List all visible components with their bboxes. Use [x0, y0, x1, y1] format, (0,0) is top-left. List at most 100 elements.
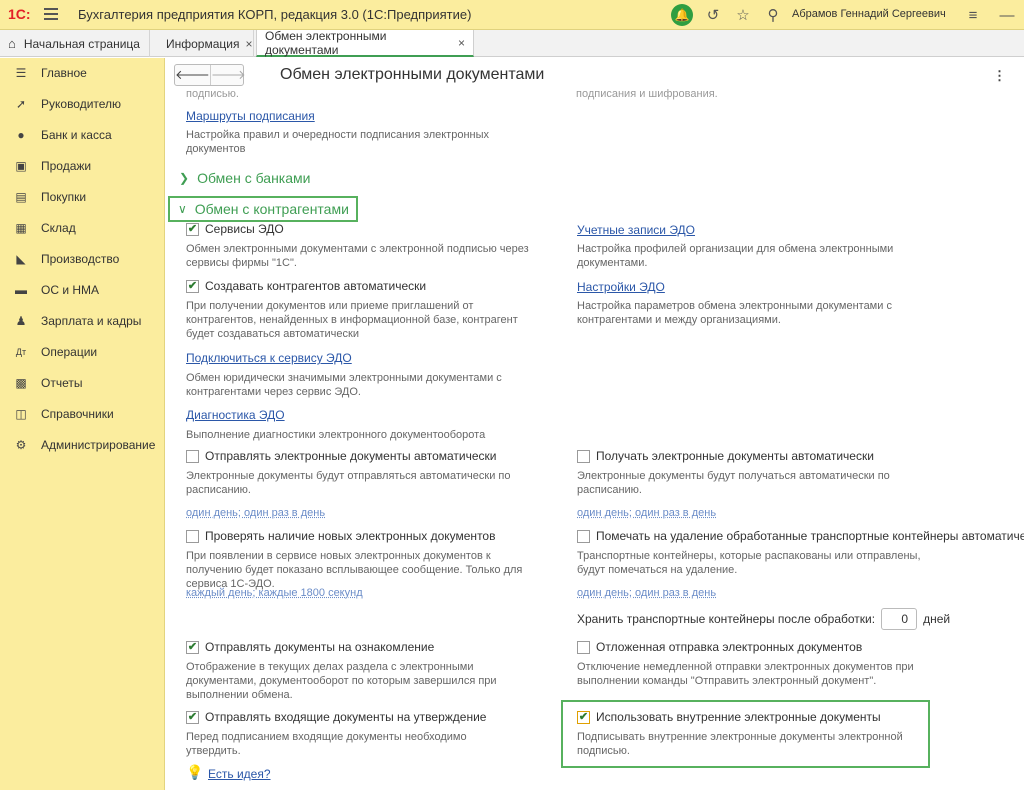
sidebar-item-assets[interactable]: ▬ ОС и НМА: [0, 275, 165, 305]
tab-information[interactable]: Информация ×: [158, 30, 254, 57]
send-auto-checkbox-row[interactable]: Отправлять электронные документы автомат…: [186, 449, 497, 463]
check-new-desc: При появлении в сервисе новых электронны…: [186, 550, 523, 590]
edo-accounts-link[interactable]: Учетные записи ЭДО: [577, 223, 695, 237]
use-internal-checkbox[interactable]: [577, 710, 590, 724]
sidebar-item-production[interactable]: ◣ Производство: [0, 244, 165, 274]
send-review-checkbox-row[interactable]: Отправлять документы на ознакомление: [186, 640, 434, 654]
sidebar-item-warehouse[interactable]: ▦ Склад: [0, 213, 165, 243]
sidebar: ☰ Главное ➚ Руководителю ● Банк и касса ▣ Пр…: [0, 58, 165, 790]
forward-button[interactable]: 🡒: [211, 65, 246, 85]
sidebar-item-operations[interactable]: Дт Операции: [0, 337, 165, 367]
connect-service-desc: Обмен юридически значимыми электронными …: [186, 372, 502, 398]
chevron-right-icon: ❯: [179, 171, 190, 185]
receive-auto-checkbox-row[interactable]: Получать электронные документы автоматич…: [577, 449, 874, 463]
app-title: Бухгалтерия предприятия КОРП, редакция 3…: [78, 7, 472, 22]
banks-group-header[interactable]: ❯ Обмен с банками: [179, 170, 310, 186]
sidebar-item-reports[interactable]: ▩ Отчеты: [0, 368, 165, 398]
sidebar-item-bank[interactable]: ● Банк и касса: [0, 120, 165, 150]
close-icon[interactable]: ×: [245, 37, 252, 51]
check-new-checkbox-row[interactable]: Проверять наличие новых электронных доку…: [186, 529, 495, 543]
mark-delete-checkbox-row[interactable]: Помечать на удаление обработанные трансп…: [577, 529, 1024, 543]
scrolled-text-left: подписью.: [186, 88, 239, 100]
minimize-icon[interactable]: —: [996, 4, 1018, 26]
edo-settings-link[interactable]: Настройки ЭДО: [577, 280, 665, 294]
connect-service-link[interactable]: Подключиться к сервису ЭДО: [186, 351, 352, 365]
menu-icon[interactable]: [44, 8, 58, 20]
user-name[interactable]: Абрамов Геннадий Сергеевич: [792, 8, 946, 20]
scrolled-text-right: подписания и шифрования.: [576, 88, 718, 100]
more-actions-icon[interactable]: ⋮: [993, 68, 1006, 84]
keep-containers-row: Хранить транспортные контейнеры после об…: [577, 608, 950, 630]
book-icon: ◫: [15, 407, 27, 421]
1c-logo[interactable]: 1С:: [8, 6, 31, 22]
send-auto-schedule-link[interactable]: один день; один раз в день: [186, 507, 325, 519]
factory-icon: ◣: [16, 252, 26, 266]
tab-label: Обмен электронными документами: [265, 28, 387, 57]
back-button[interactable]: 🡐: [175, 65, 211, 85]
edo-services-desc: Обмен электронными документами с электро…: [186, 243, 529, 269]
main-panel: 🡐 🡒 Обмен электронными документами ⋮ под…: [166, 58, 1024, 790]
routes-desc: Настройка правил и очередности подписани…: [186, 129, 490, 155]
lightbulb-icon: 💡: [186, 764, 204, 780]
send-review-desc: Отображение в текущих делах раздела с эл…: [186, 661, 497, 701]
gear-icon: ⚙: [15, 438, 27, 452]
tab-label: Информация: [166, 36, 240, 51]
send-auto-desc: Электронные документы будут отправляться…: [186, 470, 511, 496]
diagnostics-link[interactable]: Диагностика ЭДО: [186, 408, 285, 422]
send-incoming-approval-checkbox[interactable]: [186, 710, 199, 724]
edo-services-checkbox[interactable]: [186, 222, 199, 236]
idea-link[interactable]: Есть идея?: [208, 767, 271, 781]
search-icon[interactable]: ⚲: [762, 4, 784, 26]
edo-services-checkbox-row[interactable]: Сервисы ЭДО: [186, 222, 284, 236]
receive-auto-schedule-link[interactable]: один день; один раз в день: [577, 507, 716, 519]
tab-home[interactable]: ⌂ Начальная страница: [0, 30, 150, 57]
close-icon[interactable]: ×: [458, 36, 465, 50]
create-contractors-checkbox[interactable]: [186, 279, 199, 293]
chevron-down-icon: ∨: [178, 202, 187, 216]
use-internal-desc: Подписывать внутренние электронные докум…: [577, 731, 903, 757]
truck-icon: ▬: [15, 283, 27, 297]
send-auto-checkbox[interactable]: [186, 449, 199, 463]
create-contractors-desc: При получении документов или приеме приг…: [186, 300, 518, 340]
mark-delete-checkbox[interactable]: [577, 529, 590, 543]
sidebar-item-admin[interactable]: ⚙ Администрирование: [0, 430, 165, 460]
sidebar-item-director[interactable]: ➚ Руководителю: [0, 89, 165, 119]
check-new-checkbox[interactable]: [186, 529, 199, 543]
check-new-schedule-link[interactable]: каждый день; каждые 1800 секунд: [186, 587, 363, 599]
receive-auto-desc: Электронные документы будут получаться а…: [577, 470, 890, 496]
create-contractors-checkbox-row[interactable]: Создавать контрагентов автоматически: [186, 279, 426, 293]
keep-containers-days-input[interactable]: 0: [881, 608, 918, 630]
home-icon: ⌂: [8, 36, 16, 51]
tab-edo-exchange[interactable]: Обмен электронными документами ×: [256, 28, 474, 57]
send-review-checkbox[interactable]: [186, 640, 199, 654]
sidebar-item-purchases[interactable]: ▤ Покупки: [0, 182, 165, 212]
bar-chart-icon: ▩: [15, 376, 27, 390]
mark-delete-schedule-link[interactable]: один день; один раз в день: [577, 587, 716, 599]
sidebar-item-salary[interactable]: ♟ Зарплата и кадры: [0, 306, 165, 336]
list-icon: ☰: [15, 66, 27, 80]
send-incoming-approval-checkbox-row[interactable]: Отправлять входящие документы на утвержд…: [186, 710, 486, 724]
cart-icon: ▤: [15, 190, 27, 204]
bag-icon: ▣: [15, 159, 27, 173]
routes-link[interactable]: Маршруты подписания: [186, 109, 315, 123]
delayed-send-desc: Отключение немедленной отправки электрон…: [577, 661, 914, 687]
delayed-send-checkbox-row[interactable]: Отложенная отправка электронных документ…: [577, 640, 862, 654]
notification-bell-icon[interactable]: 🔔: [671, 4, 693, 26]
settings-menu-icon[interactable]: ≡: [962, 4, 984, 26]
sidebar-item-main[interactable]: ☰ Главное: [0, 58, 165, 88]
receive-auto-checkbox[interactable]: [577, 449, 590, 463]
favorites-star-icon[interactable]: ☆: [732, 4, 754, 26]
trend-icon: ➚: [15, 97, 27, 111]
edo-settings-desc: Настройка параметров обмена электронными…: [577, 300, 892, 326]
sidebar-item-sales[interactable]: ▣ Продажи: [0, 151, 165, 181]
person-icon: ♟: [15, 314, 27, 328]
sidebar-item-catalogs[interactable]: ◫ Справочники: [0, 399, 165, 429]
use-internal-checkbox-row[interactable]: Использовать внутренние электронные доку…: [577, 710, 881, 724]
page-title: Обмен электронными документами: [280, 66, 545, 83]
coin-icon: ●: [17, 128, 25, 142]
operations-icon: Дт: [15, 347, 27, 357]
history-icon[interactable]: ↺: [702, 4, 724, 26]
navigation-buttons: 🡐 🡒: [174, 64, 246, 86]
delayed-send-checkbox[interactable]: [577, 640, 590, 654]
contractors-group-header[interactable]: ∨ Обмен с контрагентами: [178, 201, 349, 217]
